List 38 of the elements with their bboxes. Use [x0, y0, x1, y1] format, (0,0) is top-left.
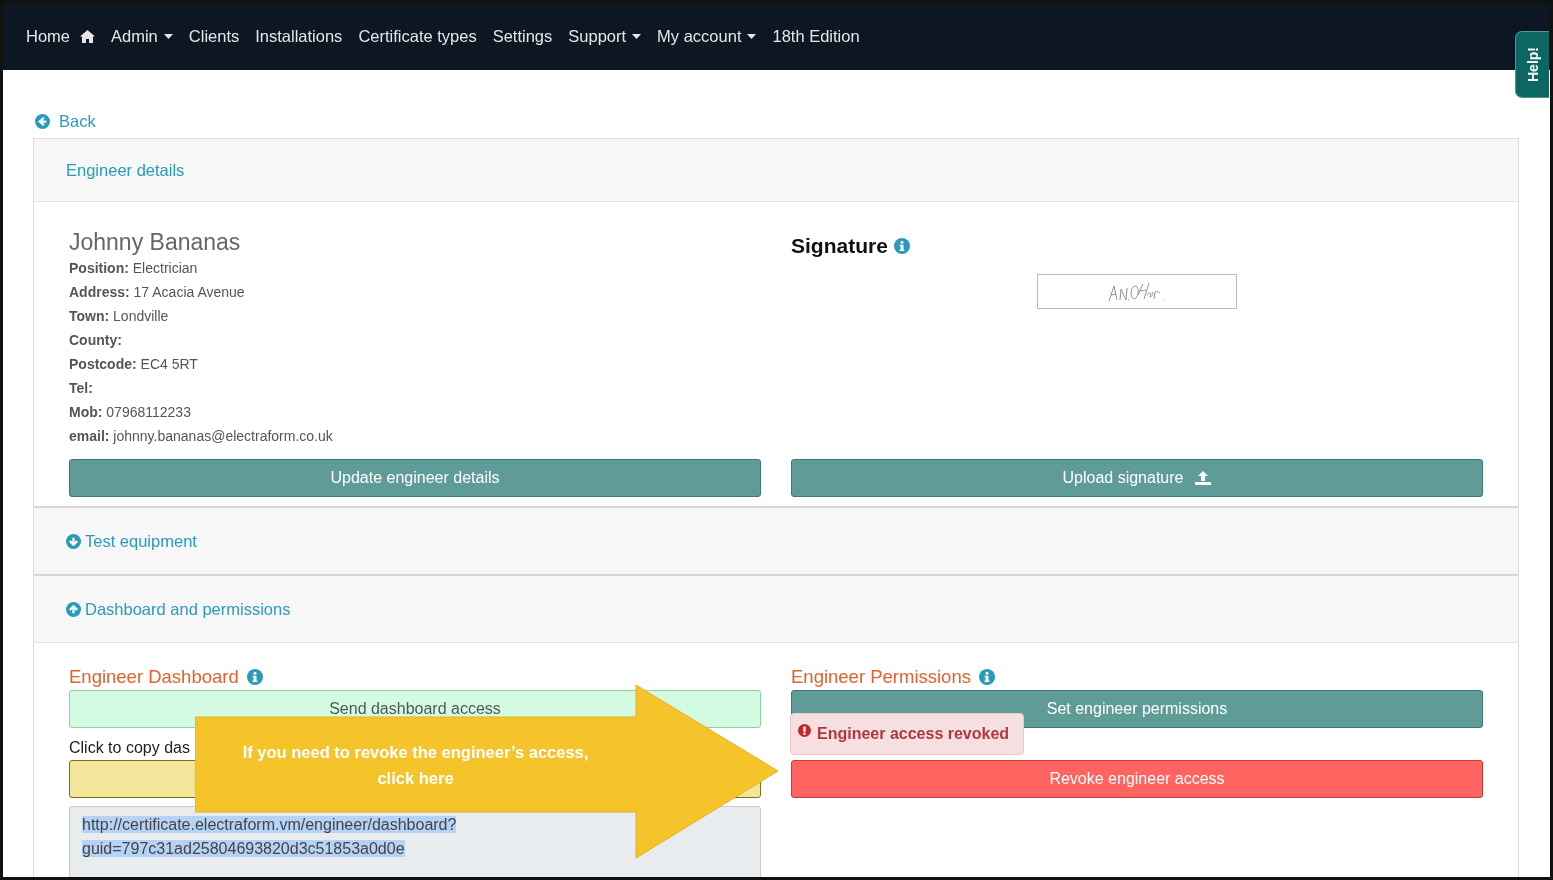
signature-title: Signature	[791, 233, 888, 259]
caret-icon	[632, 34, 642, 39]
expand-icon	[66, 533, 81, 549]
nav-link[interactable]: Clients	[188, 27, 240, 46]
help-tab[interactable]: Help!	[1515, 31, 1549, 98]
engineer-name: Johnny Bananas	[69, 228, 242, 256]
info-icon	[893, 238, 910, 254]
nav-link[interactable]: My account	[657, 27, 757, 46]
detail-line: Town: Londville	[69, 307, 170, 326]
caret-icon	[163, 34, 173, 39]
nav-link[interactable]: Home	[26, 27, 95, 46]
back-arrow-icon	[35, 114, 50, 129]
detail-line: Position: Electrician	[69, 259, 199, 278]
detail-line: Mob: 07968112233	[69, 403, 192, 422]
copy-label: Click to copy das	[69, 738, 190, 758]
nav-link[interactable]: Installations	[255, 27, 343, 46]
upload-icon	[1195, 471, 1212, 485]
detail-line: Address: 17 Acacia Avenue	[69, 283, 246, 302]
section-title: Engineer Permissions	[791, 666, 971, 688]
error-icon	[798, 724, 811, 737]
detail-line: email: johnny.bananas@electraform.co.uk	[69, 427, 334, 446]
nav-link[interactable]: Support	[568, 27, 642, 46]
info-icon	[246, 669, 263, 685]
section-header: Engineer details	[34, 139, 1518, 201]
nav-link[interactable]: Admin	[111, 27, 173, 46]
nav-link[interactable]: Settings	[492, 27, 553, 46]
home-icon	[80, 30, 95, 43]
error-tooltip: Engineer access revoked	[790, 713, 1025, 755]
callout-text: If you need to revoke the engineer’s access, click here	[241, 741, 590, 789]
detail-line: Postcode: EC4 5RT	[69, 355, 199, 374]
section-title: Engineer Dashboard	[69, 666, 239, 688]
detail-line: Tel:	[69, 379, 94, 398]
nav-link[interactable]: 18th Edition	[772, 27, 860, 46]
caret-icon	[747, 34, 757, 39]
detail-line: County:	[69, 331, 123, 350]
collapse-icon	[66, 601, 81, 617]
nav-link[interactable]: Certificate types	[358, 27, 477, 46]
info-icon	[978, 669, 995, 685]
